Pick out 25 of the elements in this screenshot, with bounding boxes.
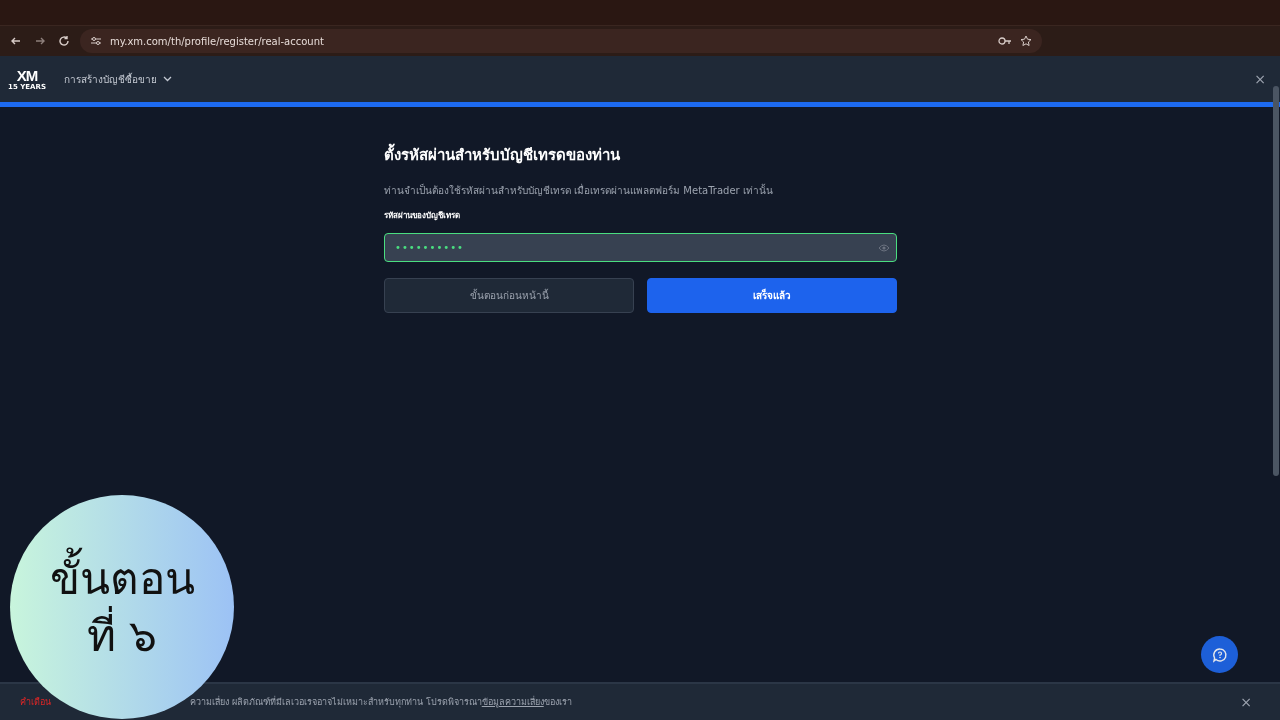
password-field[interactable]: •••••••••• <box>384 233 897 262</box>
scrollbar[interactable] <box>1273 86 1279 476</box>
step-number: ที่ ๖ <box>86 607 158 665</box>
star-icon[interactable] <box>1020 35 1032 47</box>
question-bubble-icon <box>1211 646 1228 663</box>
url-text: my.xm.com/th/profile/register/real-account <box>110 35 324 47</box>
form-title: ตั้งรหัสผ่านสำหรับบัญชีเทรดของท่าน <box>384 143 897 167</box>
warning-label: คำเตือน <box>20 696 52 709</box>
form-description: ท่านจำเป็นต้องใช้รหัสผ่านสำหรับบัญชีเทรด เมื่อเทรดผ่านแพลตฟอร์ม MetaTrader เท่านั้น <box>384 183 774 198</box>
done-button[interactable]: เสร็จแล้ว <box>647 278 897 313</box>
help-chat-button[interactable] <box>1201 636 1238 673</box>
field-label: รหัสผ่านของบัญชีเทรด <box>384 210 461 222</box>
site-settings-icon[interactable] <box>90 35 102 47</box>
risk-warning-text: ความเสี่ยง ผลิตภัณฑ์ที่มีเลเวอเรจอาจไม่เหมาะสำหรับทุกท่าน โปรดพิจารณาข้อมูลความเสี่ยงของเรา <box>190 695 572 709</box>
close-button[interactable]: × <box>1254 71 1266 87</box>
logo: XM <box>16 67 38 83</box>
risk-info-link[interactable]: ข้อมูลความเสี่ยง <box>481 697 544 707</box>
back-button[interactable]: ขั้นตอนก่อนหน้านี้ <box>384 278 634 313</box>
step-label: ขั้นตอน <box>49 549 195 607</box>
address-bar[interactable]: my.xm.com/th/profile/register/real-account <box>80 29 1042 53</box>
key-icon[interactable] <box>998 36 1012 46</box>
reload-icon[interactable] <box>56 33 72 49</box>
chevron-down-icon <box>163 76 172 82</box>
account-menu[interactable]: การสร้างบัญชีซื้อขาย <box>64 71 172 87</box>
close-button[interactable]: × <box>1240 694 1252 710</box>
